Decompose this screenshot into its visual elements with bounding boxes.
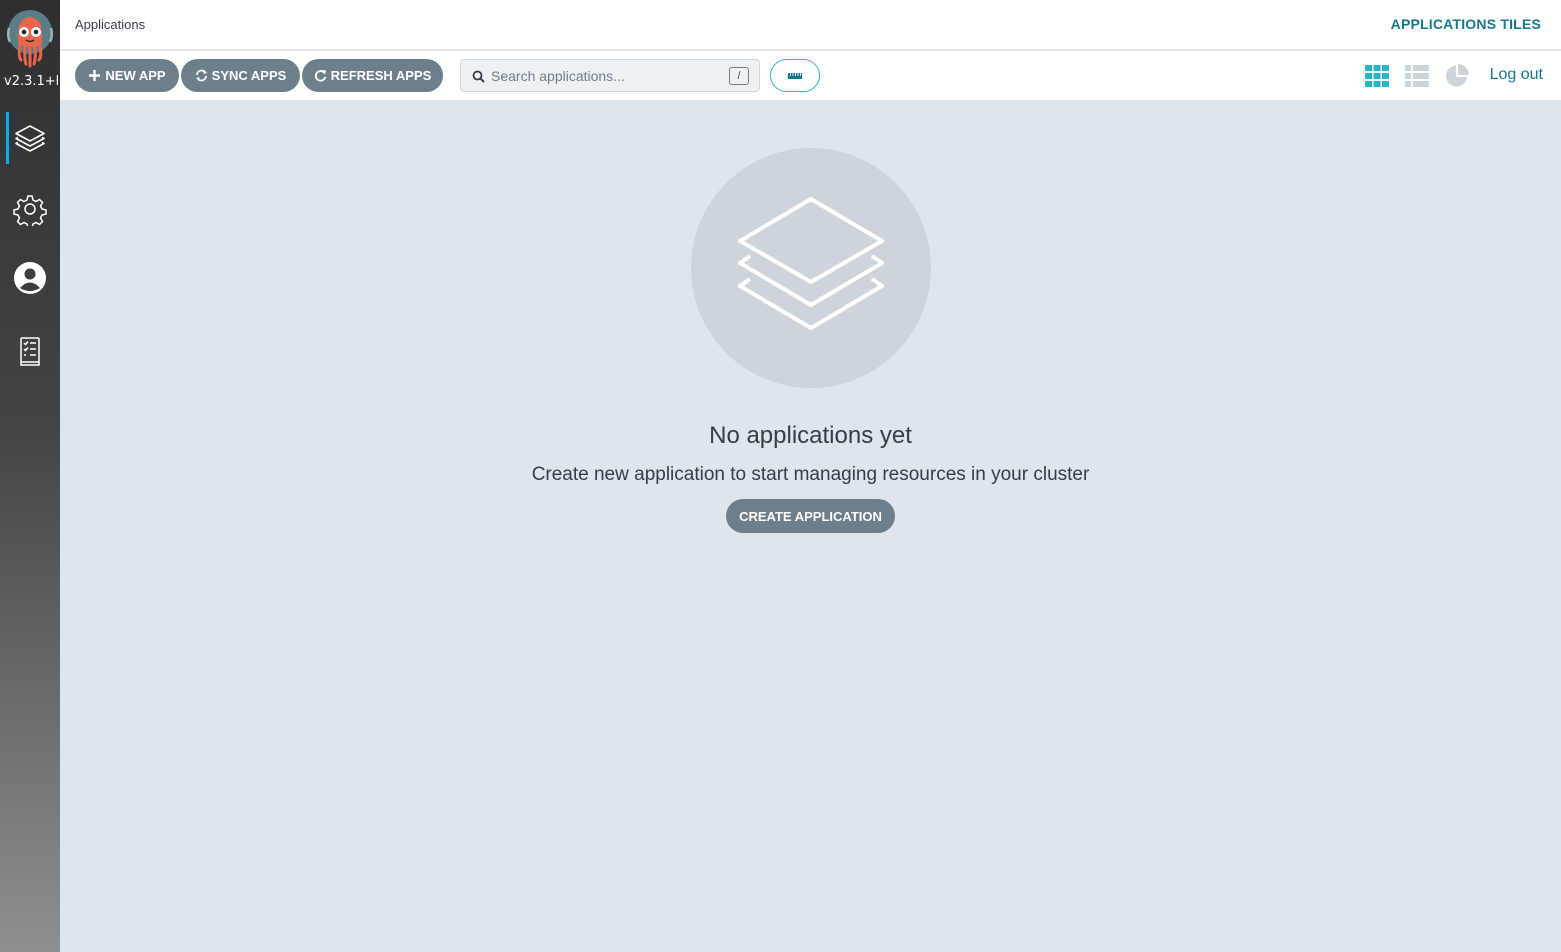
create-application-button[interactable]: CREATE APPLICATION: [726, 499, 895, 533]
search-icon: [472, 70, 485, 83]
ruler-icon: [788, 72, 802, 79]
filters-toggle-button[interactable]: [770, 59, 820, 92]
sidebar-item-settings[interactable]: [0, 183, 60, 235]
argo-logo[interactable]: [5, 8, 55, 70]
sync-apps-button[interactable]: SYNC APPS: [181, 59, 300, 92]
search-shortcut-hint: /: [729, 67, 749, 85]
tiles-view-icon[interactable]: [1364, 63, 1390, 89]
new-app-label: NEW APP: [105, 68, 166, 83]
refresh-icon: [314, 70, 326, 82]
empty-state-title: No applications yet: [709, 422, 912, 449]
refresh-apps-button[interactable]: REFRESH APPS: [302, 59, 443, 92]
refresh-apps-label: REFRESH APPS: [330, 68, 432, 83]
empty-state-subtitle: Create new application to start managing…: [531, 464, 1090, 485]
page-title: APPLICATIONS TILES: [1390, 16, 1541, 32]
sync-icon: [195, 69, 207, 82]
new-app-button[interactable]: NEW APP: [75, 59, 179, 92]
gear-icon: [13, 195, 47, 226]
sidebar-item-documentation[interactable]: [0, 325, 60, 377]
plus-icon: [89, 70, 101, 81]
sidebar: v2.3.1+b: [0, 0, 60, 952]
sync-apps-label: SYNC APPS: [211, 68, 287, 83]
layers-icon: [738, 197, 884, 330]
sidebar-item-applications[interactable]: [0, 112, 60, 164]
logout-link[interactable]: Log out: [1490, 66, 1543, 84]
layers-icon: [15, 125, 45, 152]
summary-pie-icon[interactable]: [1444, 63, 1470, 89]
empty-state-illustration: [691, 148, 931, 388]
version-label: v2.3.1+b: [4, 74, 58, 89]
search-box: /: [460, 59, 760, 92]
user-circle-icon: [14, 262, 46, 294]
book-icon: [20, 337, 40, 366]
breadcrumb[interactable]: Applications: [75, 17, 145, 32]
toolbar: NEW APP SYNC APPS REFRESH APPS /: [60, 51, 1561, 100]
search-input[interactable]: [491, 65, 721, 87]
list-view-icon[interactable]: [1404, 63, 1430, 89]
top-bar: Applications APPLICATIONS TILES: [60, 0, 1561, 50]
sidebar-item-user-info[interactable]: [0, 252, 60, 304]
